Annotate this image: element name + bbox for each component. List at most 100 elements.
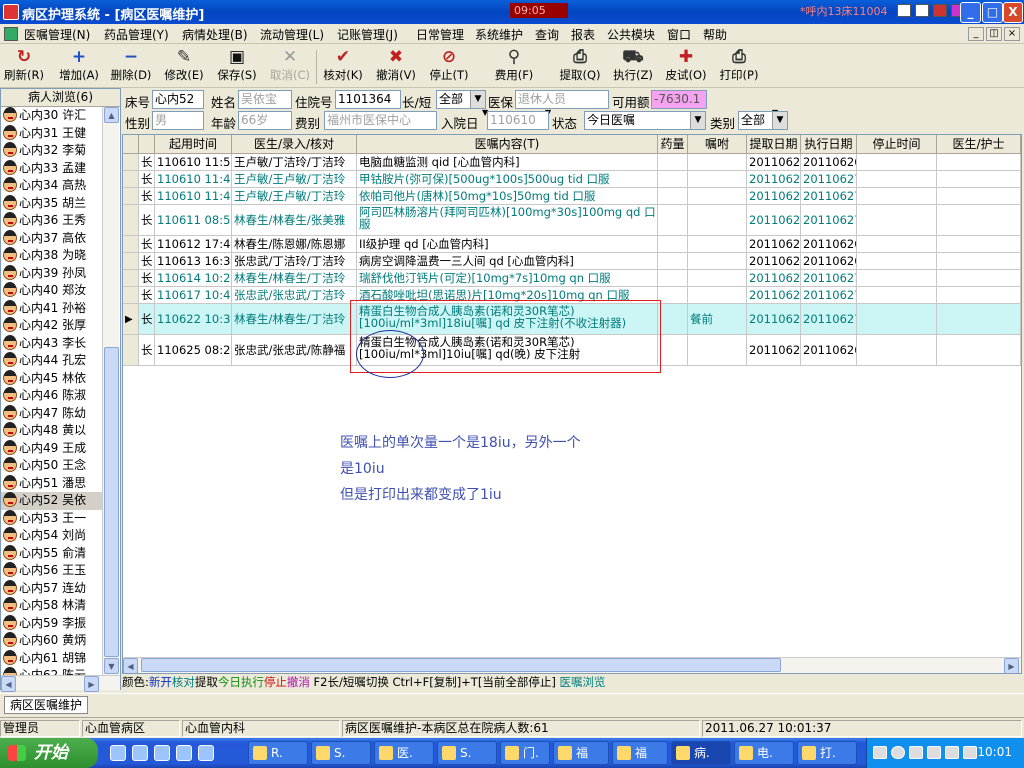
mail-tray-icon[interactable]	[909, 746, 923, 759]
fee-button[interactable]: ⚲ 费用(F)	[492, 47, 536, 87]
edit-button[interactable]: ✎ 修改(E)	[162, 47, 206, 87]
patient-item[interactable]: 心内41 孙裕	[1, 299, 102, 318]
flag-icon[interactable]	[933, 4, 947, 17]
maximize-button[interactable]: □	[982, 2, 1003, 23]
patient-item[interactable]: 心内48 黄以	[1, 422, 102, 440]
stop-button[interactable]: ⊘ 停止(T)	[427, 47, 471, 87]
menu-daily[interactable]: 日常管理	[416, 26, 464, 43]
patient-item[interactable]: 心内45 林依	[1, 369, 102, 388]
ie-icon[interactable]	[110, 745, 126, 761]
order-row[interactable]: 长 110610 11:44 王卢敏/王卢敏/丁洁玲 依帕司他片(唐林)[50mg*1…	[123, 188, 1021, 205]
revoke-button[interactable]: ✖ 撤消(V)	[374, 47, 418, 87]
patient-item[interactable]: 心内52 吴依	[1, 492, 102, 510]
longshort-select[interactable]: 全部 ▼	[436, 90, 486, 109]
skin-test-button[interactable]: ✚ 皮试(O)	[664, 47, 708, 87]
status-select[interactable]: 今日医嘱 ▼	[584, 111, 706, 130]
task-button-active[interactable]: 病.	[671, 741, 731, 765]
refresh-button[interactable]: ↻ 刷新(R)	[2, 47, 46, 87]
desktop-icon[interactable]	[132, 745, 148, 761]
scroll-right-icon[interactable]: ▶	[84, 676, 99, 692]
menu-condition[interactable]: 病情处理(B)	[182, 26, 248, 43]
menu-flow[interactable]: 流动管理(L)	[260, 26, 324, 43]
patient-item[interactable]: 心内44 孔宏	[1, 352, 102, 370]
message-tray-icon[interactable]	[945, 746, 959, 759]
grid-header-stop[interactable]: 停止时间	[857, 135, 937, 154]
order-row[interactable]: 长 110614 10:25 林春生/林春生/丁洁玲 瑞舒伐他汀钙片(可定)[10mg…	[123, 270, 1021, 287]
menu-order-mgmt[interactable]: 医嘱管理(N)	[24, 26, 90, 43]
tab-order-maintenance[interactable]: 病区医嘱维护	[4, 696, 89, 714]
menu-system[interactable]: 系统维护	[475, 26, 523, 43]
patient-item[interactable]: 心内33 孟建	[1, 159, 102, 178]
grid-header-content[interactable]: 医嘱内容(T)	[357, 135, 658, 154]
tool-quicklaunch-icon[interactable]	[198, 745, 214, 761]
msg-icon[interactable]	[915, 4, 929, 17]
patient-item[interactable]: 心内43 李长	[1, 334, 102, 353]
chevron-down-icon[interactable]: ▼	[772, 112, 787, 129]
mail-icon[interactable]	[897, 4, 911, 17]
start-button[interactable]: 开始	[0, 738, 98, 768]
scroll-up-icon[interactable]: ▲	[104, 107, 119, 123]
category-select[interactable]: 全部 ▼	[738, 111, 788, 130]
grid-header-advice[interactable]: 嘱咐	[688, 135, 747, 154]
patient-item[interactable]: 心内39 孙凤	[1, 264, 102, 283]
chevron-down-icon[interactable]: ▼	[690, 112, 705, 129]
grid-header-exec[interactable]: 执行日期	[801, 135, 857, 154]
grid-header-extract[interactable]: 提取日期	[747, 135, 801, 154]
patient-item[interactable]: 心内61 胡锦	[1, 649, 102, 668]
order-row[interactable]: 长 110610 11:44 王卢敏/王卢敏/丁洁玲 甲钴胺片(弥可保)[500ug*…	[123, 171, 1021, 188]
delete-button[interactable]: − 删除(D)	[109, 47, 153, 87]
execute-button[interactable]: ⛟ 执行(Z)	[611, 47, 655, 87]
browser-icon[interactable]	[154, 745, 170, 761]
mdi-minimize-button[interactable]: _	[968, 27, 984, 41]
close-button[interactable]: X	[1003, 2, 1023, 23]
tray-expand-icon[interactable]	[891, 746, 905, 759]
menu-help[interactable]: 帮助	[703, 26, 727, 43]
keyboard-icon[interactable]	[873, 746, 887, 759]
menu-window[interactable]: 窗口	[667, 26, 691, 43]
patient-item[interactable]: 心内36 王秀	[1, 212, 102, 230]
patient-item[interactable]: 心内60 黄炳	[1, 632, 102, 650]
patient-list-hscrollbar[interactable]: ◀ ▶	[1, 675, 120, 692]
patient-item[interactable]: 心内32 李菊	[1, 142, 102, 160]
order-browse-link[interactable]: 医嘱浏览	[559, 675, 605, 689]
menu-billing[interactable]: 记账管理(J)	[337, 26, 398, 43]
menu-drug-mgmt[interactable]: 药品管理(Y)	[104, 26, 169, 43]
printer-tray-icon[interactable]	[963, 746, 977, 759]
minimize-button[interactable]: _	[960, 2, 981, 23]
bed-field[interactable]: 心内52	[152, 90, 204, 109]
grid-hscrollbar[interactable]: ◀ ▶	[123, 657, 1021, 673]
menu-public[interactable]: 公共模块	[607, 26, 655, 43]
patient-item[interactable]: 心内59 李振	[1, 614, 102, 633]
task-button[interactable]: S.	[437, 741, 497, 765]
grid-header-start[interactable]: 起用时间	[155, 135, 232, 154]
mdi-close-button[interactable]: ×	[1004, 27, 1020, 41]
grid-header-doctor[interactable]: 医生/录入/核对	[232, 135, 357, 154]
patient-item[interactable]: 心内37 高依	[1, 229, 102, 248]
menu-query[interactable]: 查询	[535, 26, 559, 43]
patient-item[interactable]: 心内51 潘思	[1, 474, 102, 493]
task-button[interactable]: 电.	[734, 741, 794, 765]
patient-list-scrollbar[interactable]: ▲ ▼	[102, 107, 119, 675]
scroll-thumb[interactable]	[104, 347, 119, 657]
patient-item[interactable]: 心内31 王健	[1, 124, 102, 143]
patient-item[interactable]: 心内46 陈淑	[1, 387, 102, 405]
patient-item[interactable]: 心内55 俞清	[1, 544, 102, 563]
grid-scroll-thumb[interactable]	[141, 658, 781, 672]
patient-item[interactable]: 心内57 连幼	[1, 579, 102, 598]
scroll-left-icon[interactable]: ◀	[123, 658, 138, 673]
print-button[interactable]: ⎙ 打印(P)	[717, 47, 761, 87]
mdi-restore-button[interactable]: ◫	[986, 27, 1002, 41]
patient-item[interactable]: 心内56 王玉	[1, 562, 102, 580]
patient-item[interactable]: 心内49 王成	[1, 439, 102, 458]
add-button[interactable]: + 增加(A)	[57, 47, 101, 87]
task-button[interactable]: 福	[553, 741, 609, 765]
scroll-left-icon[interactable]: ◀	[1, 676, 16, 692]
order-row[interactable]: 长 110611 08:58 林春生/林春生/张美雅 阿司匹林肠溶片(拜阿司匹林)[1…	[123, 205, 1021, 236]
task-button[interactable]: 医.	[374, 741, 434, 765]
task-button[interactable]: 福	[612, 741, 668, 765]
menu-report[interactable]: 报表	[571, 26, 595, 43]
order-row[interactable]: 长 110612 17:46 林春生/陈恩娜/陈恩娜 II级护理 qd [心血管内科]…	[123, 236, 1021, 253]
scroll-down-icon[interactable]: ▼	[104, 658, 119, 674]
patient-item[interactable]: 心内58 林清	[1, 597, 102, 615]
patient-item[interactable]: 心内54 刘尚	[1, 527, 102, 545]
